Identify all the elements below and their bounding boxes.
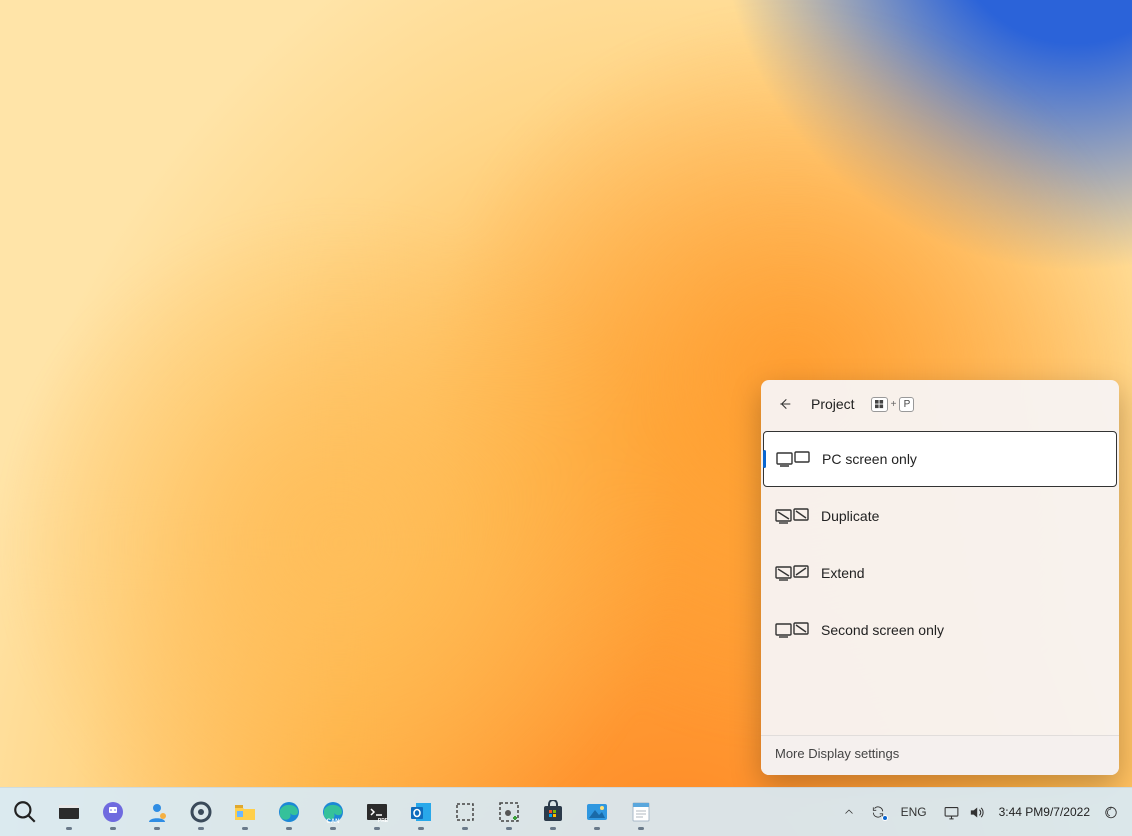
crop-icon xyxy=(452,799,478,825)
language-button[interactable]: ENG xyxy=(895,792,933,832)
flyout-header: Project + P xyxy=(761,380,1119,428)
option-label: PC screen only xyxy=(822,451,917,467)
clock-button[interactable]: 3:44 PM 9/7/2022 xyxy=(995,792,1094,832)
flyout-title: Project xyxy=(811,396,855,412)
option-duplicate[interactable]: Duplicate xyxy=(763,488,1117,544)
time-label: 3:44 PM xyxy=(999,805,1044,819)
option-extend[interactable]: Extend xyxy=(763,545,1117,601)
feedback-hub-button[interactable] xyxy=(136,792,178,832)
option-second-screen-only[interactable]: Second screen only xyxy=(763,602,1117,658)
folder-icon xyxy=(232,799,258,825)
photos-button[interactable] xyxy=(576,792,618,832)
monitor-icon xyxy=(943,804,960,821)
screen-clip-button[interactable] xyxy=(488,792,530,832)
notifications-button[interactable] xyxy=(1098,792,1124,832)
date-label: 9/7/2022 xyxy=(1043,805,1090,819)
terminal-icon: PRE xyxy=(364,799,390,825)
project-options: PC screen only Duplicate Extend xyxy=(761,428,1119,735)
option-label: Extend xyxy=(821,565,865,581)
task-view-icon xyxy=(56,799,82,825)
shortcut-key: P xyxy=(899,397,914,412)
edge-canary-button[interactable]: CAN xyxy=(312,792,354,832)
volume-icon xyxy=(968,804,985,821)
camera-plus-icon xyxy=(496,799,522,825)
photos-icon xyxy=(584,799,610,825)
edge-icon xyxy=(276,799,302,825)
edge-button[interactable] xyxy=(268,792,310,832)
outlook-icon xyxy=(408,799,434,825)
shortcut-hint: + P xyxy=(871,397,915,412)
gear-icon xyxy=(188,799,214,825)
store-icon xyxy=(540,799,566,825)
second-screen-only-icon xyxy=(775,619,809,641)
arrow-left-icon xyxy=(777,396,793,412)
more-display-settings-link[interactable]: More Display settings xyxy=(761,735,1119,775)
project-flyout: Project + P PC screen only xyxy=(761,380,1119,775)
option-pc-screen-only[interactable]: PC screen only xyxy=(763,431,1117,487)
person-icon xyxy=(144,799,170,825)
back-button[interactable] xyxy=(773,392,797,416)
taskbar: CAN PRE xyxy=(0,787,1132,836)
plus-separator: + xyxy=(891,399,897,410)
extend-icon xyxy=(775,562,809,584)
settings-button[interactable] xyxy=(180,792,222,832)
file-explorer-button[interactable] xyxy=(224,792,266,832)
show-hidden-icons-button[interactable] xyxy=(837,792,861,832)
notepad-button[interactable] xyxy=(620,792,662,832)
windows-update-button[interactable] xyxy=(865,792,891,832)
notepad-icon xyxy=(628,799,654,825)
taskbar-right: ENG 3:44 PM 9/7/2022 xyxy=(837,792,1124,832)
search-icon xyxy=(12,799,38,825)
edge-canary-icon: CAN xyxy=(320,799,346,825)
pc-screen-only-icon xyxy=(776,448,810,470)
chevron-up-icon xyxy=(843,805,855,819)
chat-button[interactable] xyxy=(92,792,134,832)
screenshot-button[interactable] xyxy=(444,792,486,832)
option-label: Second screen only xyxy=(821,622,944,638)
search-button[interactable] xyxy=(4,792,46,832)
outlook-button[interactable] xyxy=(400,792,442,832)
update-dot-icon xyxy=(882,815,888,821)
terminal-button[interactable]: PRE xyxy=(356,792,398,832)
task-view-button[interactable] xyxy=(48,792,90,832)
svg-text:PRE: PRE xyxy=(378,818,389,824)
taskbar-left: CAN PRE xyxy=(4,792,662,832)
language-label: ENG xyxy=(901,805,927,819)
network-volume-button[interactable] xyxy=(937,792,991,832)
do-not-disturb-icon xyxy=(1104,804,1118,821)
windows-key-icon xyxy=(871,397,888,412)
svg-text:CAN: CAN xyxy=(327,819,340,824)
chat-icon xyxy=(100,799,126,825)
duplicate-icon xyxy=(775,505,809,527)
option-label: Duplicate xyxy=(821,508,879,524)
microsoft-store-button[interactable] xyxy=(532,792,574,832)
